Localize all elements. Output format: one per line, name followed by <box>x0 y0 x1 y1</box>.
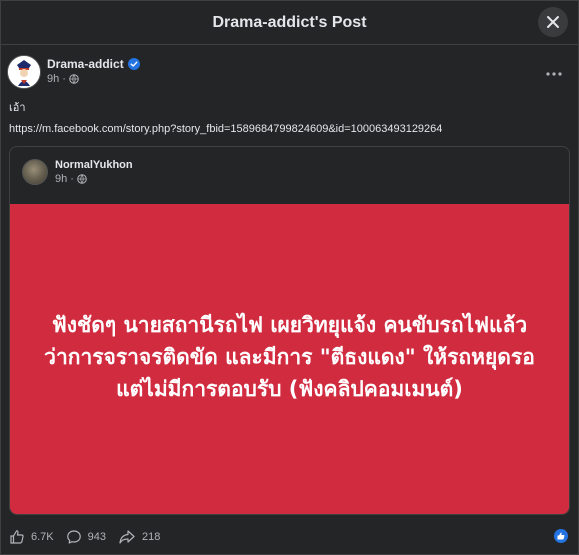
post-link[interactable]: https://m.facebook.com/story.php?story_f… <box>9 123 442 135</box>
dialog-title: Drama-addict's Post <box>212 13 367 31</box>
close-icon <box>547 16 559 28</box>
globe-icon <box>77 174 87 184</box>
thumbs-up-icon <box>557 532 565 540</box>
like-count: 6.7K <box>31 531 54 543</box>
more-horizontal-icon <box>546 72 562 76</box>
shared-post-card[interactable]: NormalYukhon 9h · ฟังชัดๆ นายสถานีรถไฟ เ… <box>9 146 570 515</box>
post-text: เอ้า <box>9 102 26 114</box>
like-icon <box>10 530 24 544</box>
share-icon <box>119 530 135 544</box>
verified-badge-icon <box>127 58 140 70</box>
comment-count: 943 <box>87 531 106 543</box>
avatar-image <box>8 56 40 88</box>
author-name[interactable]: Drama-addict <box>47 57 124 71</box>
post-time[interactable]: 9h <box>47 73 59 85</box>
dialog-header: Drama-addict's Post <box>1 1 578 45</box>
like-button[interactable]: 6.7K <box>9 529 54 545</box>
shared-author-avatar[interactable] <box>22 159 48 185</box>
shared-author-name[interactable]: NormalYukhon <box>55 159 133 171</box>
shared-post-image[interactable]: ฟังชัดๆ นายสถานีรถไฟ เผยวิทยุแจ้ง คนขับร… <box>10 204 569 514</box>
shared-post-time[interactable]: 9h <box>55 173 67 185</box>
post-header: Drama-addict 9h · <box>7 55 140 89</box>
author-avatar[interactable] <box>7 55 41 89</box>
share-button[interactable]: 218 <box>118 529 160 545</box>
shared-post-header: NormalYukhon 9h · <box>22 159 133 185</box>
share-count: 218 <box>142 531 161 543</box>
engagement-bar: 6.7K 943 218 <box>1 523 579 551</box>
globe-icon <box>69 74 79 84</box>
post-dialog: Drama-addict's Post Drama-addict 9h · เอ… <box>0 0 579 555</box>
image-headline: ฟังชัดๆ นายสถานีรถไฟ เผยวิทยุแจ้ง คนขับร… <box>44 312 535 401</box>
more-options-button[interactable] <box>546 61 562 79</box>
comment-icon <box>66 530 81 544</box>
reaction-like-badge[interactable] <box>554 529 568 543</box>
comment-button[interactable]: 943 <box>66 529 106 545</box>
close-button[interactable] <box>538 7 568 37</box>
